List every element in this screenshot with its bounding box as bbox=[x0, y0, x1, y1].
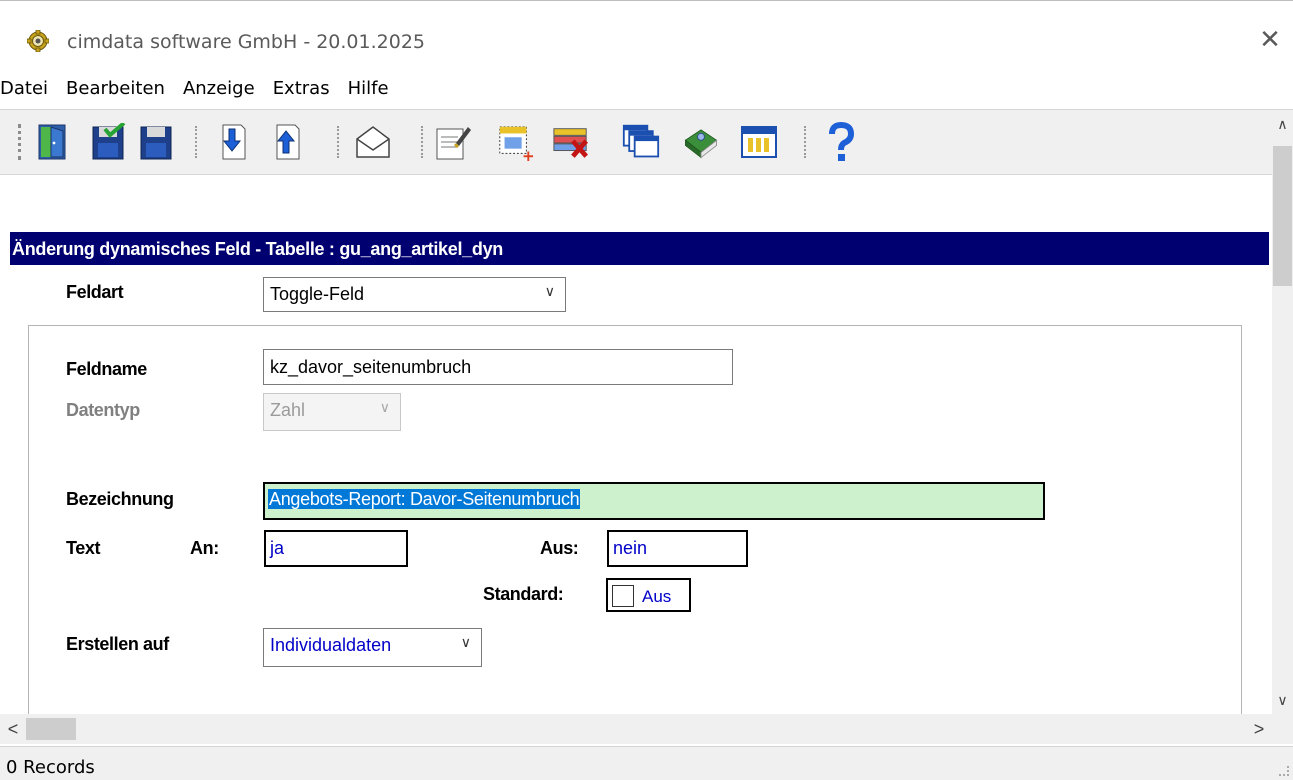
scroll-right-icon[interactable]: > bbox=[1250, 719, 1268, 740]
erstellen-select[interactable]: Individualdaten ∨ bbox=[263, 628, 482, 667]
toolbar-separator bbox=[195, 126, 199, 158]
menu-anzeige[interactable]: Anzeige bbox=[174, 76, 264, 106]
save-check-icon[interactable] bbox=[90, 122, 128, 162]
form-header: Änderung dynamisches Feld - Tabelle : gu… bbox=[10, 232, 1269, 265]
datentyp-select: Zahl ∨ bbox=[263, 393, 401, 431]
toolbar-separator bbox=[804, 126, 808, 158]
an-text-field[interactable]: ja bbox=[264, 530, 408, 567]
edit-document-icon[interactable] bbox=[434, 122, 472, 162]
window-title: cimdata software GmbH - 20.01.2025 bbox=[67, 31, 426, 53]
title-bar: cimdata software GmbH - 20.01.2025 ✕ bbox=[0, 0, 1293, 70]
toolbar-separator bbox=[421, 126, 425, 158]
toolbar-separator bbox=[337, 126, 341, 158]
toolbar-grip[interactable] bbox=[18, 124, 22, 160]
exit-icon[interactable] bbox=[34, 122, 72, 162]
datentyp-label: Datentyp bbox=[66, 400, 140, 420]
bezeichnung-field[interactable]: Angebots-Report: Davor-Seitenumbruch bbox=[263, 482, 1045, 520]
standard-checkbox[interactable] bbox=[612, 585, 634, 607]
book-icon[interactable] bbox=[682, 122, 720, 162]
resize-grip-icon[interactable] bbox=[1279, 766, 1289, 776]
scroll-down-icon[interactable]: ∨ bbox=[1275, 692, 1290, 710]
status-bar: 0 Records bbox=[0, 746, 1293, 780]
menu-hilfe[interactable]: Hilfe bbox=[339, 76, 398, 106]
feldart-label: Feldart bbox=[66, 282, 124, 302]
erstellen-label: Erstellen auf bbox=[66, 634, 169, 654]
horizontal-scrollbar[interactable]: < > bbox=[0, 714, 1293, 744]
standard-checkbox-label: Aus bbox=[642, 587, 672, 606]
standard-label: Standard: bbox=[483, 584, 564, 604]
erstellen-value: Individualdaten bbox=[270, 635, 392, 655]
standard-checkbox-group[interactable]: Aus bbox=[606, 578, 691, 612]
text-label: Text bbox=[66, 538, 101, 558]
table-icon[interactable] bbox=[740, 122, 778, 162]
an-label: An: bbox=[190, 538, 219, 558]
help-icon[interactable] bbox=[822, 122, 860, 162]
mail-icon[interactable] bbox=[354, 122, 392, 162]
delete-record-icon[interactable] bbox=[552, 122, 590, 162]
upload-icon[interactable] bbox=[266, 122, 304, 162]
feldart-select[interactable]: Toggle-Feld ∨ bbox=[263, 277, 566, 312]
datentyp-value: Zahl bbox=[270, 400, 306, 420]
menu-extras[interactable]: Extras bbox=[264, 76, 339, 106]
feldname-label: Feldname bbox=[66, 359, 147, 379]
menu-bar: Datei Bearbeiten Anzeige Extras Hilfe bbox=[0, 76, 1293, 106]
vertical-scroll-thumb[interactable] bbox=[1273, 146, 1292, 286]
vertical-scrollbar[interactable]: ∧ ∨ bbox=[1272, 110, 1293, 714]
aus-text-field[interactable]: nein bbox=[607, 530, 748, 567]
windows-icon[interactable] bbox=[622, 122, 660, 162]
close-icon[interactable]: ✕ bbox=[1255, 25, 1285, 55]
scroll-up-icon[interactable]: ∧ bbox=[1275, 116, 1290, 134]
download-icon[interactable] bbox=[212, 122, 250, 162]
horizontal-scroll-thumb[interactable] bbox=[26, 718, 76, 740]
save-icon[interactable] bbox=[138, 122, 176, 162]
feldart-value: Toggle-Feld bbox=[270, 284, 365, 304]
chevron-down-icon: ∨ bbox=[460, 635, 471, 651]
menu-bearbeiten[interactable]: Bearbeiten bbox=[57, 76, 174, 106]
gear-icon bbox=[27, 30, 49, 52]
aus-label: Aus: bbox=[540, 538, 579, 558]
menu-datei[interactable]: Datei bbox=[0, 76, 57, 106]
new-record-icon[interactable] bbox=[496, 122, 534, 162]
chevron-down-icon: ∨ bbox=[544, 284, 555, 300]
record-count: 0 Records bbox=[6, 757, 95, 778]
feldname-field[interactable]: kz_davor_seitenumbruch bbox=[263, 349, 733, 385]
bezeichnung-selected-text: Angebots-Report: Davor-Seitenumbruch bbox=[268, 489, 581, 509]
scroll-left-icon[interactable]: < bbox=[4, 719, 22, 740]
toolbar bbox=[0, 109, 1293, 175]
chevron-down-icon: ∨ bbox=[379, 400, 390, 416]
bezeichnung-label: Bezeichnung bbox=[66, 489, 174, 509]
